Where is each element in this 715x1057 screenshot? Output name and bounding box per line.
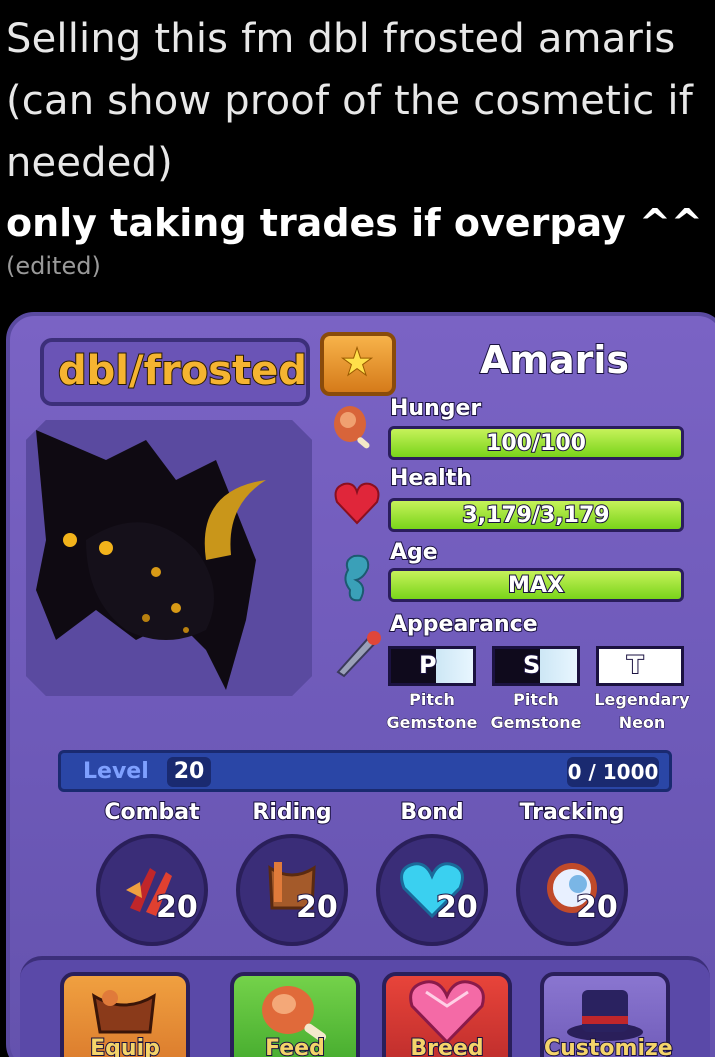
pet-nickname-tag[interactable]: dbl/frosted (40, 338, 310, 406)
skill-label-combat: Combat (103, 799, 200, 826)
feed-button[interactable]: Feed (230, 972, 360, 1057)
appearance-letter-s: S (522, 650, 541, 680)
level-xp: 0 / 1000 (567, 757, 659, 787)
skill-value-bond: 20 (435, 889, 479, 926)
hunger-label: Hunger (389, 395, 482, 422)
hunger-bar: 100/100 (388, 426, 684, 460)
hunger-value: 100/100 (485, 430, 587, 457)
pet-portrait (26, 420, 312, 696)
equip-button[interactable]: Equip (60, 972, 190, 1057)
feather-horn-icon (332, 626, 382, 678)
star-icon: ★ (339, 340, 375, 385)
pet-species: Amaris (479, 337, 630, 383)
age-bar: MAX (388, 568, 684, 602)
skill-value-tracking: 20 (575, 889, 619, 926)
appearance-caption-3-top: Legendary (594, 690, 690, 710)
breed-label: Breed (409, 1035, 484, 1057)
edited-tag: (edited) (6, 252, 101, 280)
pet-nickname: dbl/frosted (57, 347, 308, 395)
age-label: Age (389, 539, 439, 566)
message-body: Selling this fm dbl frosted amaris (can … (6, 8, 706, 280)
skill-value-combat: 20 (155, 889, 199, 926)
health-label: Health (389, 465, 473, 492)
appearance-caption-3-bottom: Neon (618, 713, 666, 733)
seahorse-icon (334, 550, 384, 602)
skill-label-tracking: Tracking (519, 799, 626, 826)
feed-label: Feed (264, 1035, 326, 1057)
appearance-caption-1-bottom: Gemstone (386, 713, 478, 733)
message-line-1: Selling this fm dbl frosted amaris (6, 16, 676, 62)
customize-label: Customize (543, 1035, 674, 1057)
message-line-3: needed) (6, 140, 173, 186)
appearance-caption-2: Pitch Gemstone (486, 688, 586, 734)
drumstick-icon (330, 402, 380, 452)
health-bar: 3,179/3,179 (388, 498, 684, 532)
appearance-caption-3: Legendary Neon (592, 688, 692, 734)
appearance-caption-2-top: Pitch (513, 690, 560, 710)
level-label: Level (83, 759, 149, 784)
health-value: 3,179/3,179 (461, 502, 610, 529)
appearance-swatch-neon[interactable]: T (596, 646, 684, 686)
customize-button[interactable]: Customize (540, 972, 674, 1057)
skill-label-bond: Bond (399, 799, 464, 826)
level-bar: Level 20 0 / 1000 (58, 750, 672, 792)
appearance-caption-1-top: Pitch (409, 690, 456, 710)
appearance-letter-p: P (418, 650, 438, 680)
favorite-button[interactable]: ★ (320, 332, 396, 396)
level-value: 20 (167, 757, 211, 787)
appearance-swatch-pitch-2[interactable]: S (492, 646, 580, 686)
breed-button[interactable]: Breed (382, 972, 512, 1057)
skill-value-riding: 20 (295, 889, 339, 926)
appearance-letter-t: T (626, 650, 644, 680)
appearance-swatch-pitch-1[interactable]: P (388, 646, 476, 686)
dragon-image (26, 420, 312, 696)
heart-icon (332, 478, 382, 528)
appearance-caption-2-bottom: Gemstone (490, 713, 582, 733)
appearance-label: Appearance (389, 611, 539, 638)
age-value: MAX (507, 572, 565, 599)
message-line-2: (can show proof of the cosmetic if (6, 78, 693, 124)
message-bold-line: only taking trades if overpay ^^ (6, 201, 703, 245)
pet-panel: dbl/frosted ★ Amaris Hunger 100/100 Heal… (6, 312, 715, 1057)
appearance-caption-1: Pitch Gemstone (382, 688, 482, 734)
skill-label-riding: Riding (251, 799, 332, 826)
equip-label: Equip (89, 1035, 161, 1057)
